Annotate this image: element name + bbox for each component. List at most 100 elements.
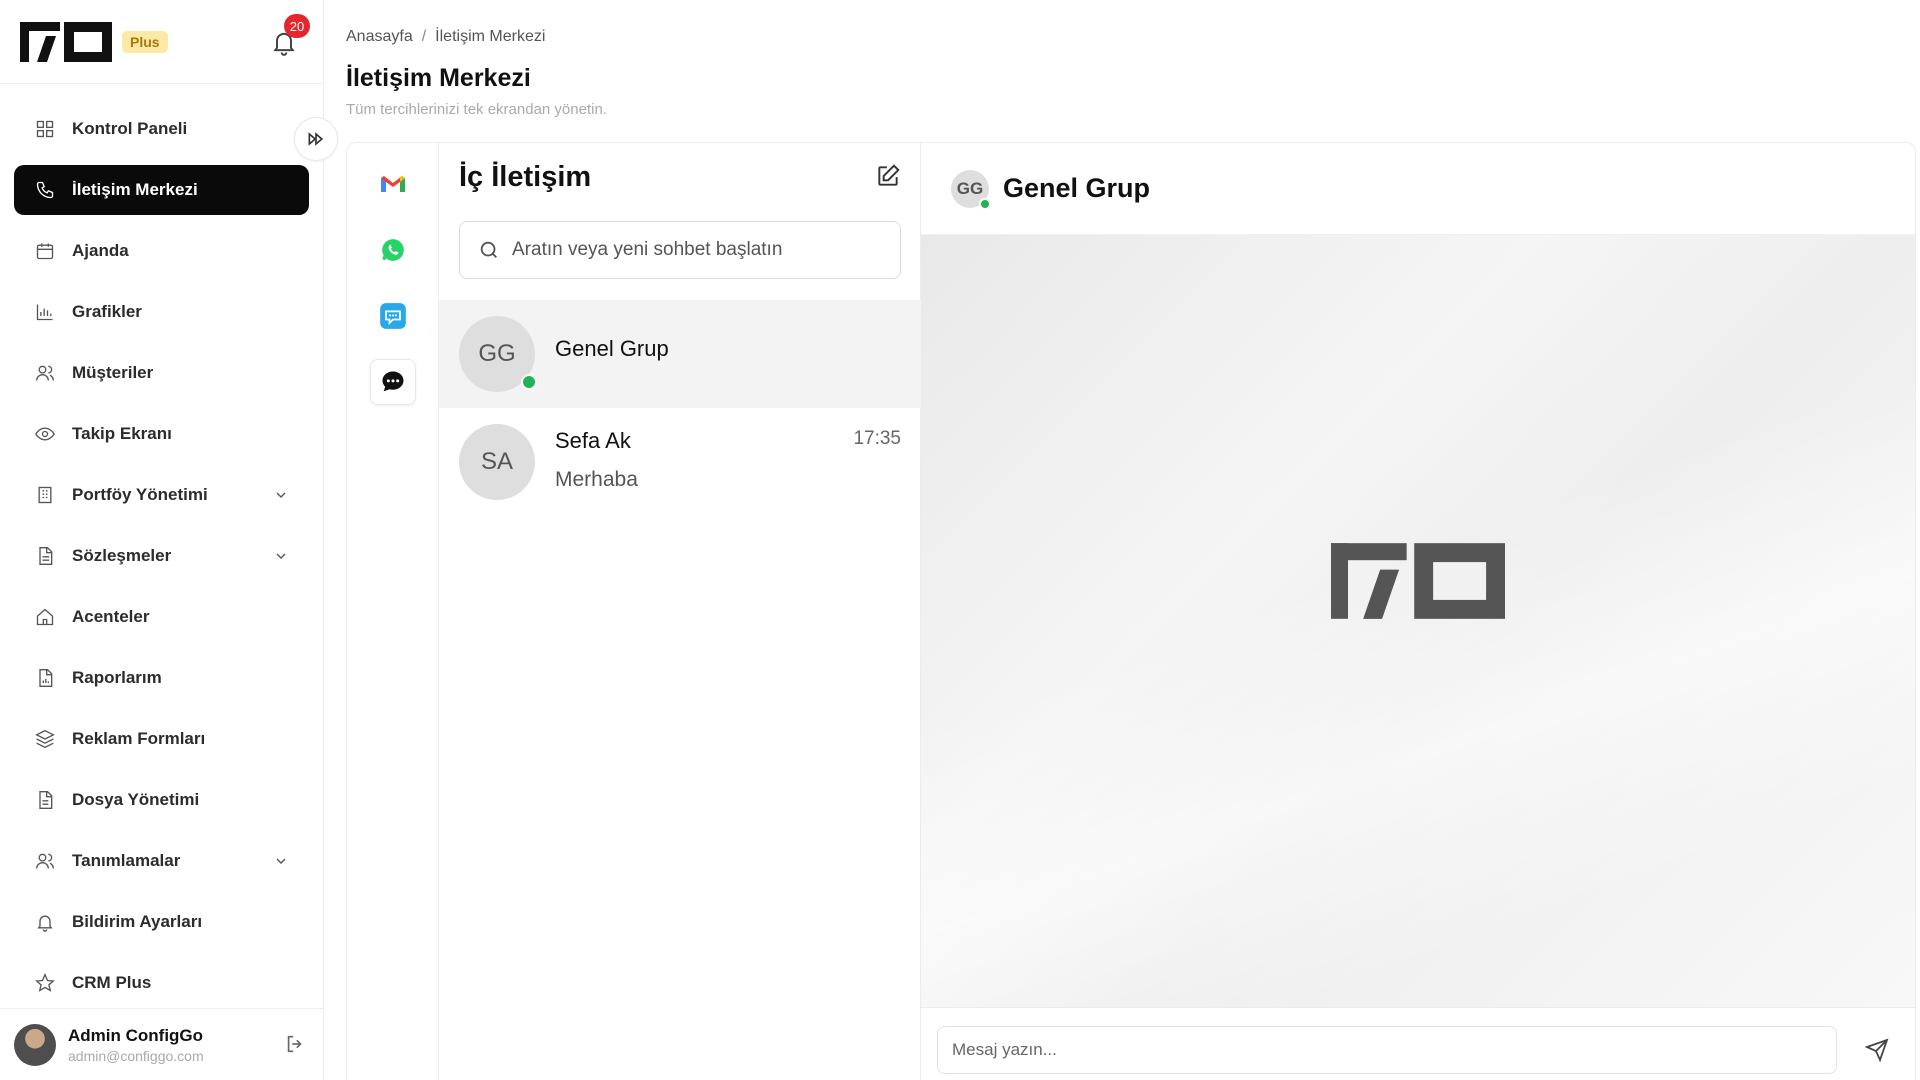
phone-icon xyxy=(34,179,56,201)
report-icon xyxy=(34,667,56,689)
conversation-list: İç İletişim GG Genel Grup SA Sefa Ak Mer… xyxy=(439,143,921,1080)
calendar-icon xyxy=(34,240,56,262)
sidebar-item-label: İletişim Merkezi xyxy=(72,180,198,199)
sidebar-item-dosya-yönetimi[interactable]: Dosya Yönetimi xyxy=(14,775,309,825)
channel-internal-chat[interactable] xyxy=(370,359,416,405)
avatar[interactable] xyxy=(14,1023,56,1066)
sms-icon xyxy=(380,303,406,329)
bell-icon xyxy=(34,911,56,933)
new-chat-button[interactable] xyxy=(875,163,901,194)
send-icon xyxy=(1865,1038,1889,1062)
channel-switcher xyxy=(347,143,439,1080)
sidebar-item-tanımlamalar[interactable]: Tanımlamalar xyxy=(14,836,309,886)
conversation-last-message: Merhaba xyxy=(555,468,638,491)
breadcrumb-home[interactable]: Anasayfa xyxy=(346,28,413,45)
user-name: Admin ConfigGo xyxy=(68,1025,204,1045)
logo-row: Plus 20 xyxy=(0,0,323,84)
conversation-name: Genel Grup xyxy=(555,336,669,361)
edit-icon xyxy=(878,164,900,186)
sidebar-item-grafikler[interactable]: Grafikler xyxy=(14,287,309,337)
sidebar-item-acenteler[interactable]: Acenteler xyxy=(14,592,309,642)
chevron-down-icon[interactable] xyxy=(273,853,289,874)
message-input[interactable] xyxy=(937,1026,1837,1074)
conversation-name: Sefa Ak xyxy=(555,428,631,453)
building-icon xyxy=(34,484,56,506)
users-icon xyxy=(34,850,56,872)
sidebar-nav: Kontrol Paneli İletişim Merkezi Ajanda Graf… xyxy=(0,104,323,1008)
sidebar-item-label: Grafikler xyxy=(72,302,142,321)
chat-header-avatar[interactable]: GG xyxy=(951,169,991,210)
conversation-item[interactable]: GG Genel Grup xyxy=(439,300,921,408)
communication-panel: İç İletişim GG Genel Grup SA Sefa Ak Mer… xyxy=(346,142,1916,1080)
eye-icon xyxy=(34,423,56,445)
chat-window: GG Genel Grup xyxy=(921,143,1915,1080)
sidebar-item-raporlarım[interactable]: Raporlarım xyxy=(14,653,309,703)
sidebar-item-label: Sözleşmeler xyxy=(72,546,172,565)
users-icon xyxy=(34,362,56,384)
chevron-down-icon[interactable] xyxy=(273,548,289,569)
sidebar-item-label: Reklam Formları xyxy=(72,729,206,748)
file-icon xyxy=(34,789,56,811)
sidebar-item-crm-plus[interactable]: CRM Plus xyxy=(14,958,309,1008)
sidebar-item-label: Acenteler xyxy=(72,607,150,626)
whatsapp-icon xyxy=(382,239,404,261)
sidebar-item-portföy-yönetimi[interactable]: Portföy Yönetimi xyxy=(14,470,309,520)
brand-logo[interactable] xyxy=(20,21,112,62)
conversation-item[interactable]: SA Sefa Ak Merhaba 17:35 xyxy=(439,408,921,516)
plus-badge: Plus xyxy=(122,30,168,53)
message-composer xyxy=(921,1007,1915,1080)
channel-whatsapp[interactable] xyxy=(370,227,416,273)
online-indicator xyxy=(979,197,991,210)
user-profile[interactable]: Admin ConfigGo admin@configgo.com xyxy=(0,1008,324,1080)
fast-forward-icon xyxy=(308,132,324,146)
chatlist-title: İç İletişim xyxy=(459,161,592,193)
page-subtitle: Tüm tercihlerinizi tek ekrandan yönetin. xyxy=(346,101,607,118)
conversation-time: 17:35 xyxy=(853,428,901,449)
channel-gmail[interactable] xyxy=(370,161,416,207)
sidebar-item-müşteriler[interactable]: Müşteriler xyxy=(14,348,309,398)
sidebar-item-label: Dosya Yönetimi xyxy=(72,790,200,809)
sidebar-item-i-letişim-merkezi[interactable]: İletişim Merkezi xyxy=(14,165,309,215)
sidebar: Plus 20 Kontrol Paneli İletişim Merkezi Aj… xyxy=(0,0,324,1080)
sidebar-item-reklam-formları[interactable]: Reklam Formları xyxy=(14,714,309,764)
bar-chart-icon xyxy=(34,301,56,323)
channel-sms[interactable] xyxy=(370,293,416,339)
sidebar-item-label: CRM Plus xyxy=(72,973,152,992)
send-button[interactable] xyxy=(1857,1030,1897,1070)
sidebar-item-label: Bildirim Ayarları xyxy=(72,912,203,931)
chat-search[interactable] xyxy=(459,221,901,279)
chat-title: Genel Grup xyxy=(1003,173,1151,203)
sidebar-item-label: Müşteriler xyxy=(72,363,154,382)
document-icon xyxy=(34,545,56,567)
search-icon xyxy=(480,241,497,258)
sidebar-item-label: Tanımlamalar xyxy=(72,851,181,870)
home-icon xyxy=(34,606,56,628)
sidebar-item-ajanda[interactable]: Ajanda xyxy=(14,226,309,276)
star-icon xyxy=(34,972,56,994)
layers-icon xyxy=(34,728,56,750)
chat-header-initials: GG xyxy=(956,178,984,198)
notification-count-badge: 20 xyxy=(284,14,310,38)
breadcrumb-current: İletişim Merkezi xyxy=(435,28,546,45)
breadcrumb-separator: / xyxy=(421,28,427,45)
brand-watermark-logo xyxy=(1331,541,1505,626)
sidebar-item-label: Raporlarım xyxy=(72,668,162,687)
breadcrumb: Anasayfa / İletişim Merkezi xyxy=(346,28,545,46)
sidebar-item-bildirim-ayarları[interactable]: Bildirim Ayarları xyxy=(14,897,309,947)
chevron-down-icon[interactable] xyxy=(273,487,289,508)
message-area[interactable] xyxy=(921,235,1915,1007)
page-title: İletişim Merkezi xyxy=(346,64,531,92)
chat-search-input[interactable] xyxy=(512,239,892,261)
chat-header: GG Genel Grup xyxy=(921,143,1915,235)
grid-icon xyxy=(34,118,56,140)
sidebar-item-kontrol-paneli[interactable]: Kontrol Paneli xyxy=(14,104,309,154)
gmail-icon xyxy=(381,176,405,192)
sidebar-item-label: Ajanda xyxy=(72,241,129,260)
sidebar-collapse-button[interactable] xyxy=(294,117,338,161)
sidebar-item-label: Portföy Yönetimi xyxy=(72,485,208,504)
sidebar-item-label: Takip Ekranı xyxy=(72,424,172,443)
sidebar-item-sözleşmeler[interactable]: Sözleşmeler xyxy=(14,531,309,581)
logout-icon[interactable] xyxy=(284,1033,306,1060)
sidebar-item-takip-ekranı[interactable]: Takip Ekranı xyxy=(14,409,309,459)
user-email: admin@configgo.com xyxy=(68,1047,204,1064)
